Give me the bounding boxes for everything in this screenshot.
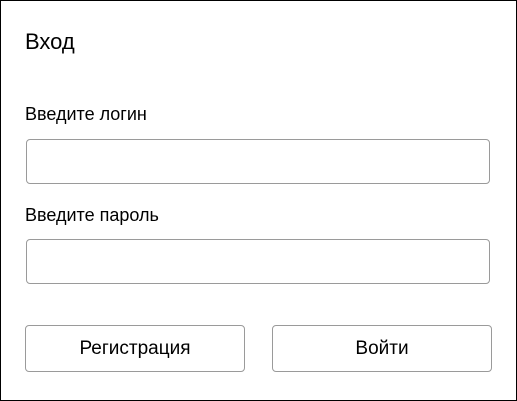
login-label: Введите логин	[25, 104, 147, 124]
register-button[interactable]: Регистрация	[25, 325, 245, 372]
login-dialog: Вход Введите логин Введите пароль Регист…	[0, 0, 517, 401]
dialog-title: Вход	[25, 29, 75, 54]
login-input[interactable]	[26, 139, 490, 184]
login-button[interactable]: Войти	[272, 325, 492, 372]
password-label: Введите пароль	[25, 205, 159, 225]
password-input[interactable]	[26, 239, 490, 284]
